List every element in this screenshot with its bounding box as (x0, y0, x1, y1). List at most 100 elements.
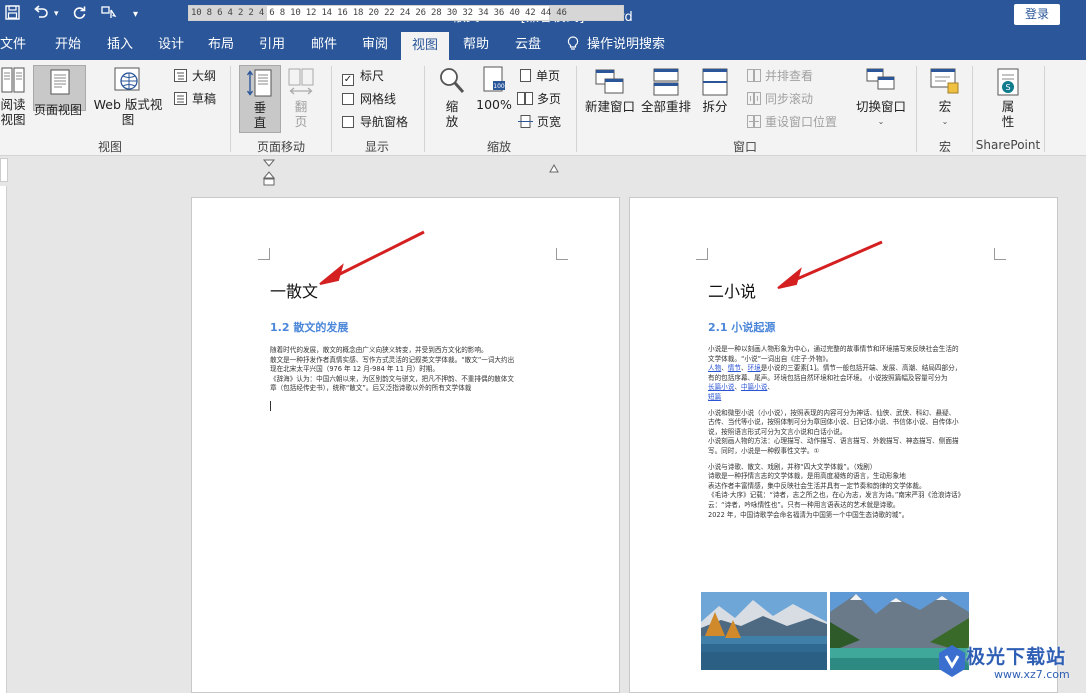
ruler-checkbox[interactable]: ✓ 标尺 (342, 68, 384, 86)
draft-button[interactable]: 草稿 (174, 91, 216, 109)
paragraph-line: 诗歌是一种抒情言志的文学体裁，是用高度凝练的语言，生动形象地 (708, 472, 906, 481)
paragraph-line: 表达作者丰富情感，集中反映社会生活并具有一定节奏和韵律的文学体裁。 (708, 481, 926, 490)
separator (916, 66, 917, 152)
vertical-label: 垂 直 (253, 100, 267, 130)
watermark: 极光下载站 www.xz7.com (938, 642, 1078, 686)
link-novella[interactable]: 中篇小说 (741, 383, 767, 391)
page-width-button[interactable]: 页宽 (518, 114, 561, 132)
tab-file[interactable]: 文件 (0, 30, 28, 60)
lightbulb-icon (567, 36, 579, 50)
sharepoint-properties-icon: S (997, 68, 1019, 96)
subheading-novel-origin: 2.1 小说起源 (708, 321, 776, 334)
link-setting[interactable]: 环境 (748, 364, 761, 372)
outline-button[interactable]: 大纲 (174, 68, 216, 86)
red-arrow-icon (777, 240, 883, 289)
zoom-label: 缩 放 (445, 99, 459, 129)
tell-me-search[interactable]: 操作说明搜索 (567, 30, 665, 60)
web-layout-icon (114, 67, 140, 91)
zoom-100-button[interactable]: 100 100% (476, 66, 512, 112)
paragraph-line: 《毛诗·大序》记载：“诗者，志之所之也，在心为志，发言为诗。”南宋严羽《沧浪诗话… (708, 491, 965, 500)
indent-marker-icon[interactable] (263, 158, 275, 186)
properties-button[interactable]: S 属 性 (990, 68, 1026, 129)
reset-position-icon (747, 115, 761, 128)
tab-review[interactable]: 审阅 (362, 30, 388, 60)
page-width-icon (518, 115, 533, 128)
link-characters[interactable]: 人物 (708, 364, 721, 372)
ruler-numbers: 10 8 6 4 2 2 4 6 8 10 12 14 16 18 20 22 … (191, 8, 567, 18)
ribbon-view: 阅读 视图 页面视图 Web 版式视图 大纲 草稿 视图 垂 直 翻 页 页面移… (0, 60, 1086, 156)
paragraph-line: 小说和微型小说（小小说），按照表现的内容可分为神话、仙侠、武侠、科幻、悬疑、 (708, 408, 956, 417)
new-window-button[interactable]: 新建窗口 (584, 68, 636, 114)
side-to-side-button[interactable]: 翻 页 (287, 68, 315, 129)
tab-layout[interactable]: 布局 (208, 30, 234, 60)
right-indent-marker-icon[interactable] (549, 160, 559, 174)
nav-pane-checkbox[interactable]: 导航窗格 (342, 114, 408, 132)
tab-design[interactable]: 设计 (158, 30, 184, 60)
paragraph-line: 写。同时，小说是一种叙事性文学。① (708, 446, 820, 455)
ruler-check-icon: ✓ (342, 74, 354, 86)
arrange-all-label: 全部重排 (640, 99, 691, 114)
read-mode-button[interactable]: 阅读 视图 (0, 66, 28, 127)
tab-home[interactable]: 开始 (55, 30, 81, 60)
web-layout-button[interactable]: Web 版式视图 (88, 66, 168, 127)
paragraph-line: 有的包括序幕、尾声。环境包括自然环境和社会环境。 小说按照篇幅及容量可分为 (708, 373, 948, 382)
landscape-photo-lake[interactable] (701, 592, 827, 670)
link-short-novel[interactable]: 短篇 (708, 393, 721, 401)
separator (230, 66, 231, 152)
separator (331, 66, 332, 152)
side-by-side-label: 并排查看 (765, 69, 814, 83)
separator (972, 66, 973, 152)
paragraph-line: 随着时代的发展，散文的概念由广义向狭义转变，并受到西方文化的影响。 (270, 346, 488, 354)
multi-page-button[interactable]: 多页 (517, 91, 561, 109)
tab-view[interactable]: 视图 (401, 32, 449, 60)
tab-help[interactable]: 帮助 (463, 30, 489, 60)
horizontal-ruler[interactable]: 10 8 6 4 2 2 4 6 8 10 12 14 16 18 20 22 … (188, 5, 624, 21)
split-button[interactable]: 拆分 (699, 68, 731, 114)
macros-button[interactable]: 宏 ⌄ (926, 68, 964, 129)
gridlines-label: 网格线 (360, 92, 397, 106)
vertical-ruler (0, 186, 7, 693)
print-layout-icon (50, 69, 69, 95)
gridlines-checkbox[interactable]: 网格线 (342, 91, 396, 109)
separator (424, 66, 425, 152)
paragraph-line: 现在北宋太平兴国（976 年 12 月-984 年 11 月）时期。 (270, 365, 439, 374)
login-button[interactable]: 登录 (1014, 4, 1060, 25)
tab-insert[interactable]: 插入 (107, 30, 133, 60)
novel-body-text: 小说是一种以刻画人物形象为中心，通过完整的故事情节和环境描写来反映社会生活的 文… (708, 345, 1003, 520)
zoom-100-label: 100% (476, 97, 512, 112)
zoom-group-label: 缩放 (486, 140, 511, 154)
subheading-essay-development: 1.2 散文的发展 (270, 321, 349, 334)
side-to-side-label: 翻 页 (294, 99, 308, 129)
new-window-icon (595, 69, 624, 94)
document-page-1[interactable]: 一散文 1.2 散文的发展 随着时代的发展，散文的概念由广义向狭义转变，并受到西… (191, 197, 620, 693)
paragraph-line: 短篇 (708, 393, 1003, 403)
print-layout-label: 页面视图 (34, 103, 83, 117)
sharepoint-group-label: SharePoint (975, 138, 1041, 152)
macros-icon (930, 68, 959, 94)
svg-text:S: S (1005, 83, 1010, 92)
show-group-label: 显示 (364, 140, 389, 154)
macros-dropdown-icon: ⌄ (941, 117, 949, 126)
reset-window-position-button[interactable]: 重设窗口位置 (747, 114, 837, 132)
zoom-button[interactable]: 缩 放 (436, 66, 468, 129)
link-plot[interactable]: 情节 (728, 364, 741, 372)
link-long-novel[interactable]: 长篇小说 (708, 383, 734, 391)
sync-scroll-button[interactable]: 同步滚动 (747, 91, 813, 109)
tab-mailings[interactable]: 邮件 (311, 30, 337, 60)
nav-pane-label: 导航窗格 (360, 115, 409, 129)
one-page-button[interactable]: 单页 (520, 68, 560, 86)
paragraph-line: 长篇小说、中篇小说、 (708, 383, 774, 392)
reset-window-position-label: 重设窗口位置 (765, 115, 838, 129)
sync-scroll-label: 同步滚动 (765, 92, 814, 106)
properties-label: 属 性 (1001, 99, 1015, 129)
vertical-button[interactable]: 垂 直 (239, 65, 281, 133)
paragraph-text: 是小说的三要素[1]。情节一般包括开端、发展、高潮、结局四部分， (760, 364, 962, 373)
split-icon (702, 68, 728, 96)
tab-references[interactable]: 引用 (259, 30, 285, 60)
paragraph-line: 说，按照语言形式可分为文言小说和白话小说。 (708, 427, 847, 436)
side-by-side-button[interactable]: 并排查看 (747, 68, 813, 86)
switch-windows-button[interactable]: 切换窗口 ⌄ (855, 68, 907, 129)
tab-cloud[interactable]: 云盘 (515, 30, 541, 60)
arrange-all-button[interactable]: 全部重排 (640, 68, 692, 114)
multi-page-icon (517, 92, 533, 105)
